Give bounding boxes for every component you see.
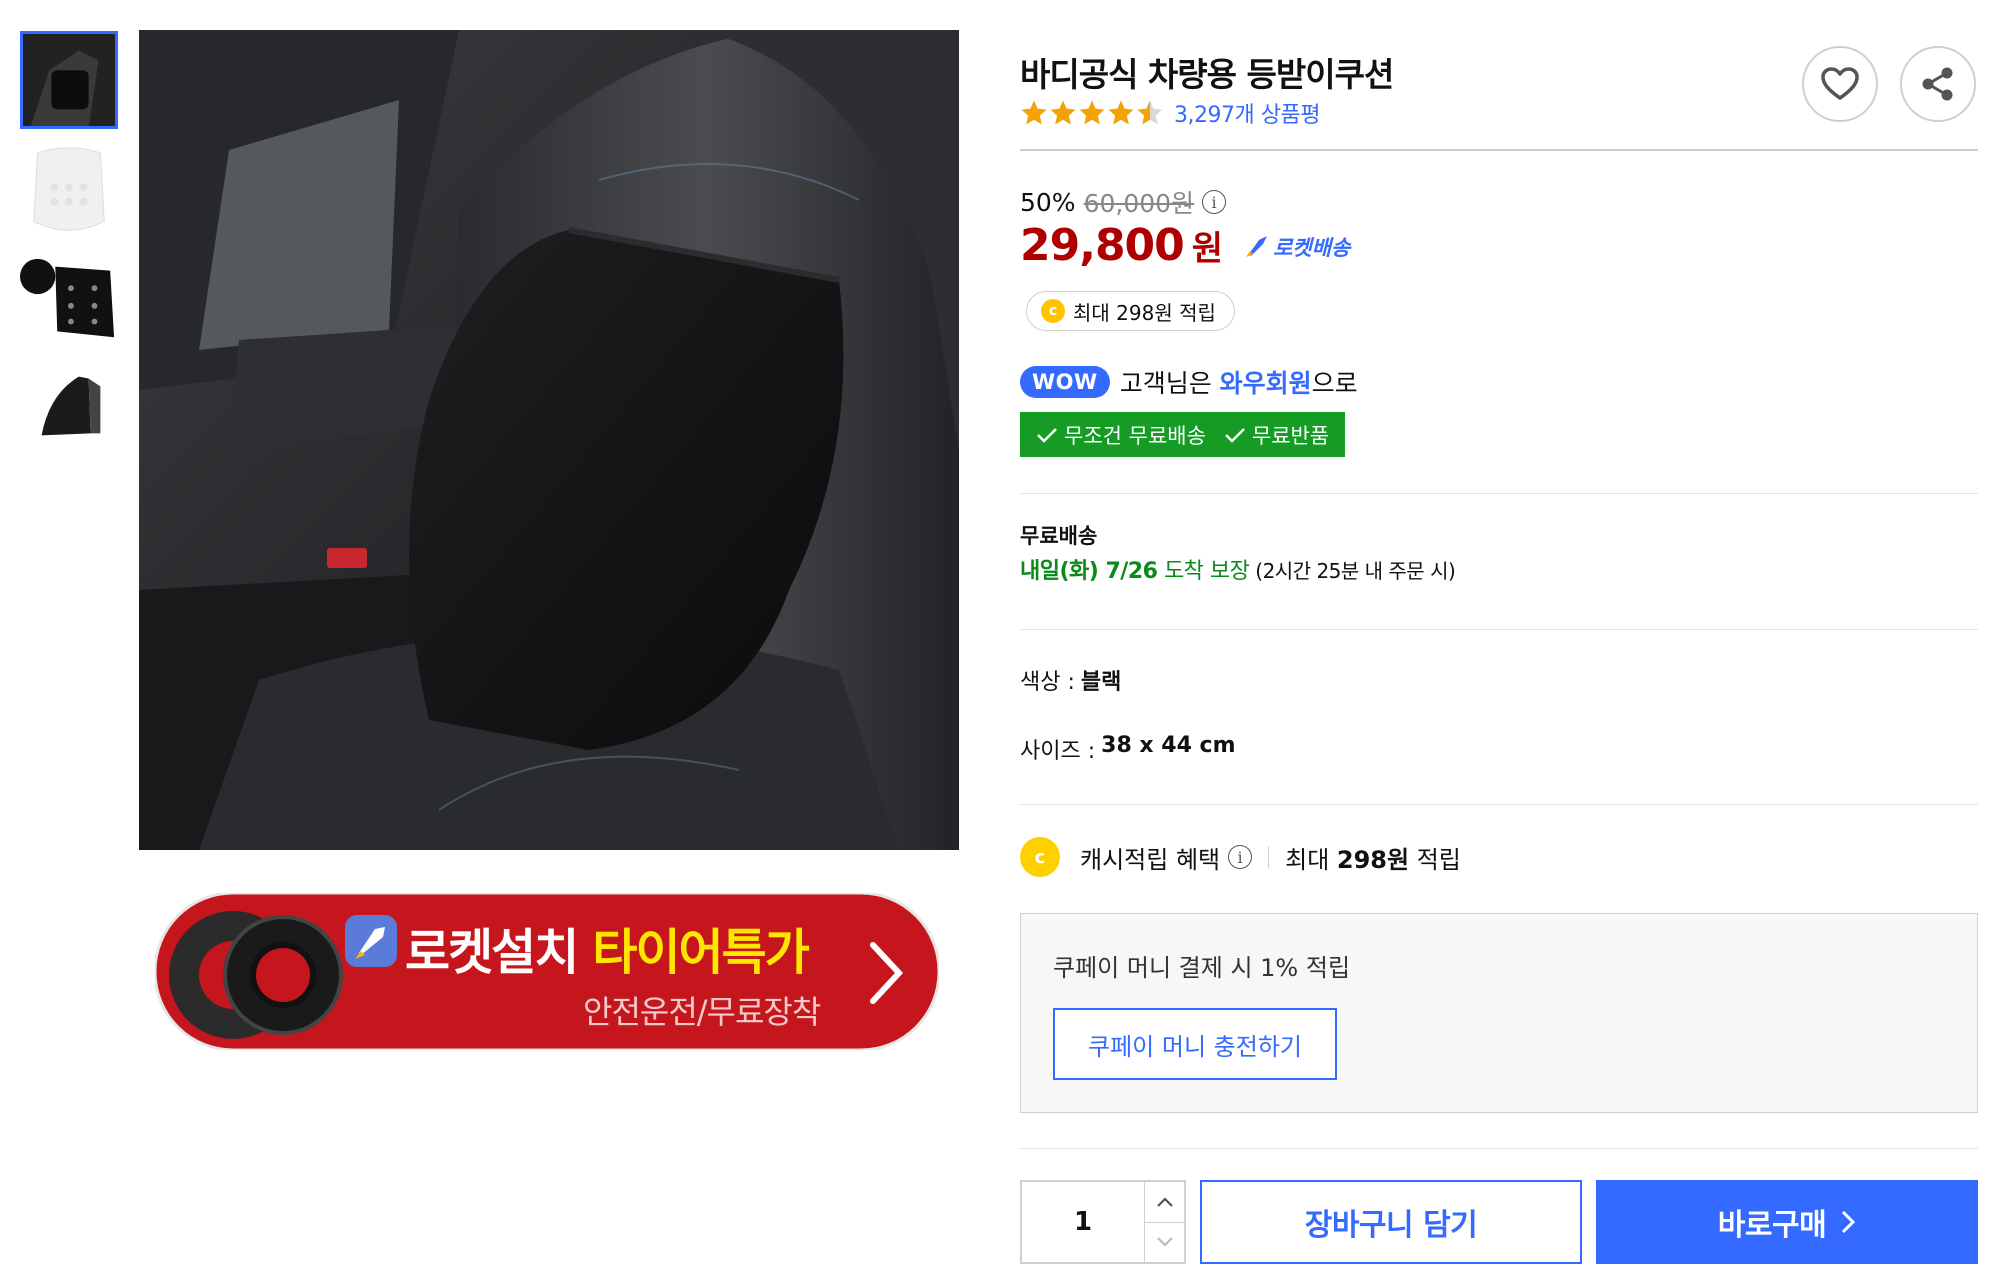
wishlist-button[interactable] (1802, 46, 1878, 122)
shipping-divider (1020, 629, 1978, 630)
benefit-1-label: 무조건 무료배송 (1064, 423, 1206, 448)
cashback-coin-icon: c (1020, 837, 1060, 877)
quantity-stepper[interactable]: 1 (1020, 1180, 1186, 1264)
wow-text: 고객님은 와우회원으로 (1120, 364, 1358, 400)
tire-icon (169, 911, 343, 1039)
review-count-link[interactable]: 3,297개 상품평 (1174, 97, 1320, 129)
purchase-divider (1020, 1148, 1978, 1149)
cash-coin-icon: c (1041, 299, 1065, 323)
cashback-suffix: 적립 (1409, 845, 1461, 874)
sale-price-unit: 원 (1191, 229, 1224, 269)
rocket-icon (1246, 236, 1268, 257)
color-option-row[interactable]: 색상 : 블랙 (1020, 664, 1121, 696)
banner-subtitle: 안전운전/무료장착 (583, 993, 821, 1031)
thumbnail-2-image (20, 143, 118, 241)
cash-reward-pill: c 최대 298원 적립 (1026, 291, 1235, 331)
rocket-icon (345, 915, 397, 967)
quantity-up-button[interactable] (1145, 1182, 1184, 1222)
check-icon (1225, 427, 1245, 443)
cashback-prefix: 최대 (1285, 845, 1337, 874)
benefit-free-return: 무료반품 (1224, 420, 1329, 450)
quantity-down-button[interactable] (1145, 1221, 1184, 1263)
buy-now-button[interactable]: 바로구매 (1596, 1180, 1978, 1264)
rating-row: 3,297개 상품평 (1020, 96, 1320, 130)
wow-text-before: 고객님은 (1119, 369, 1220, 398)
shipping-label: 무료배송 (1020, 524, 1098, 548)
cashback-amount: 298원 (1336, 845, 1410, 874)
heart-icon (1821, 67, 1859, 100)
cashback-amount-text: 최대 298원 적립 (1285, 840, 1461, 875)
coupay-box: 쿠페이 머니 결제 시 1% 적립 쿠페이 머니 충전하기 (1020, 913, 1978, 1113)
tire-promo-banner[interactable]: 로켓설치 타이어특가 안전운전/무료장착 (155, 893, 939, 1050)
eta-date: 내일(화) 7/26 (1020, 559, 1158, 584)
cashback-info-icon[interactable]: i (1228, 845, 1253, 869)
quantity-buttons (1145, 1182, 1184, 1262)
original-price-row: 50% 60,000원 i (1020, 184, 1227, 220)
wow-benefits-bar: 무조건 무료배송 무료반품 (1020, 412, 1346, 457)
check-icon (1037, 427, 1057, 443)
coupay-text: 쿠페이 머니 결제 시 1% 적립 (1053, 954, 1351, 982)
share-button[interactable] (1900, 46, 1976, 122)
shipping-eta: 내일(화) 7/26 도착 보장 (2시간 25분 내 주문 시) (1020, 553, 1456, 585)
cashback-label: 캐시적립 혜택 (1080, 845, 1221, 874)
wow-member-row: WOW 고객님은 와우회원으로 (1020, 364, 1358, 400)
add-to-cart-button[interactable]: 장바구니 담기 (1200, 1180, 1582, 1264)
original-price: 60,000원 (1083, 189, 1195, 218)
wow-member-label: 와우회원 (1219, 369, 1312, 398)
sale-price-row: 29,800 원 로켓배송 (1020, 220, 1350, 271)
benefit-2-label: 무료반품 (1251, 423, 1330, 448)
banner-title-yellow: 타이어특가 (592, 924, 809, 981)
thumbnail-1[interactable] (20, 31, 118, 129)
car-seat-cushion-photo (139, 30, 959, 850)
thumbnail-4[interactable] (20, 364, 118, 446)
star-icon (1021, 100, 1047, 125)
star-icon (1108, 100, 1134, 125)
color-label: 색상 : (1020, 670, 1075, 695)
cashback-separator (1268, 846, 1270, 868)
color-value: 블랙 (1080, 670, 1122, 695)
product-title: 바디공식 차량용 등받이쿠션 (1020, 55, 1394, 94)
eta-guarantee: 도착 보장 (1157, 559, 1250, 584)
thumbnail-3[interactable] (20, 254, 118, 344)
banner-title-white: 로켓설치 (405, 924, 593, 981)
price-info-icon[interactable]: i (1202, 190, 1227, 214)
thumbnail-1-image (20, 31, 118, 129)
chevron-up-icon (1156, 1197, 1173, 1207)
size-option-row[interactable]: 사이즈 : 38 x 44 cm (1020, 733, 1236, 765)
coupay-charge-button[interactable]: 쿠페이 머니 충전하기 (1053, 1008, 1337, 1080)
options-divider (1020, 804, 1978, 805)
share-icon (1922, 67, 1953, 101)
wow-text-after: 으로 (1311, 369, 1358, 398)
thumbnail-2[interactable] (20, 143, 118, 241)
discount-rate: 50% (1020, 187, 1076, 217)
rocket-delivery-label: 로켓배송 (1273, 236, 1351, 260)
banner-title: 로켓설치 타이어특가 (405, 913, 810, 984)
star-icon (1050, 100, 1076, 125)
thumbnail-3-image (20, 254, 118, 344)
star-icon (1079, 100, 1105, 125)
sale-price: 29,800 (1020, 220, 1185, 271)
quantity-input[interactable]: 1 (1022, 1182, 1145, 1262)
cashback-row: c 캐시적립 혜택 i 최대 298원 적립 (1020, 837, 1461, 877)
rocket-delivery-badge: 로켓배송 (1243, 232, 1350, 262)
star-icon (1137, 100, 1163, 125)
chevron-right-icon (1842, 1210, 1856, 1234)
wow-divider (1020, 493, 1978, 494)
size-value: 38 x 44 cm (1101, 733, 1236, 758)
eta-note: (2시간 25분 내 주문 시) (1249, 559, 1456, 583)
size-label: 사이즈 : (1020, 739, 1096, 764)
star-rating (1020, 99, 1164, 127)
wow-badge: WOW (1020, 366, 1110, 398)
cash-reward-text: 최대 298원 적립 (1073, 300, 1216, 325)
title-divider (1020, 149, 1978, 151)
thumbnail-4-image (20, 364, 118, 446)
buy-now-label: 바로구매 (1717, 1208, 1827, 1243)
product-main-image[interactable] (139, 30, 959, 850)
benefit-free-shipping: 무조건 무료배송 (1036, 420, 1206, 450)
chevron-down-icon (1156, 1237, 1173, 1247)
